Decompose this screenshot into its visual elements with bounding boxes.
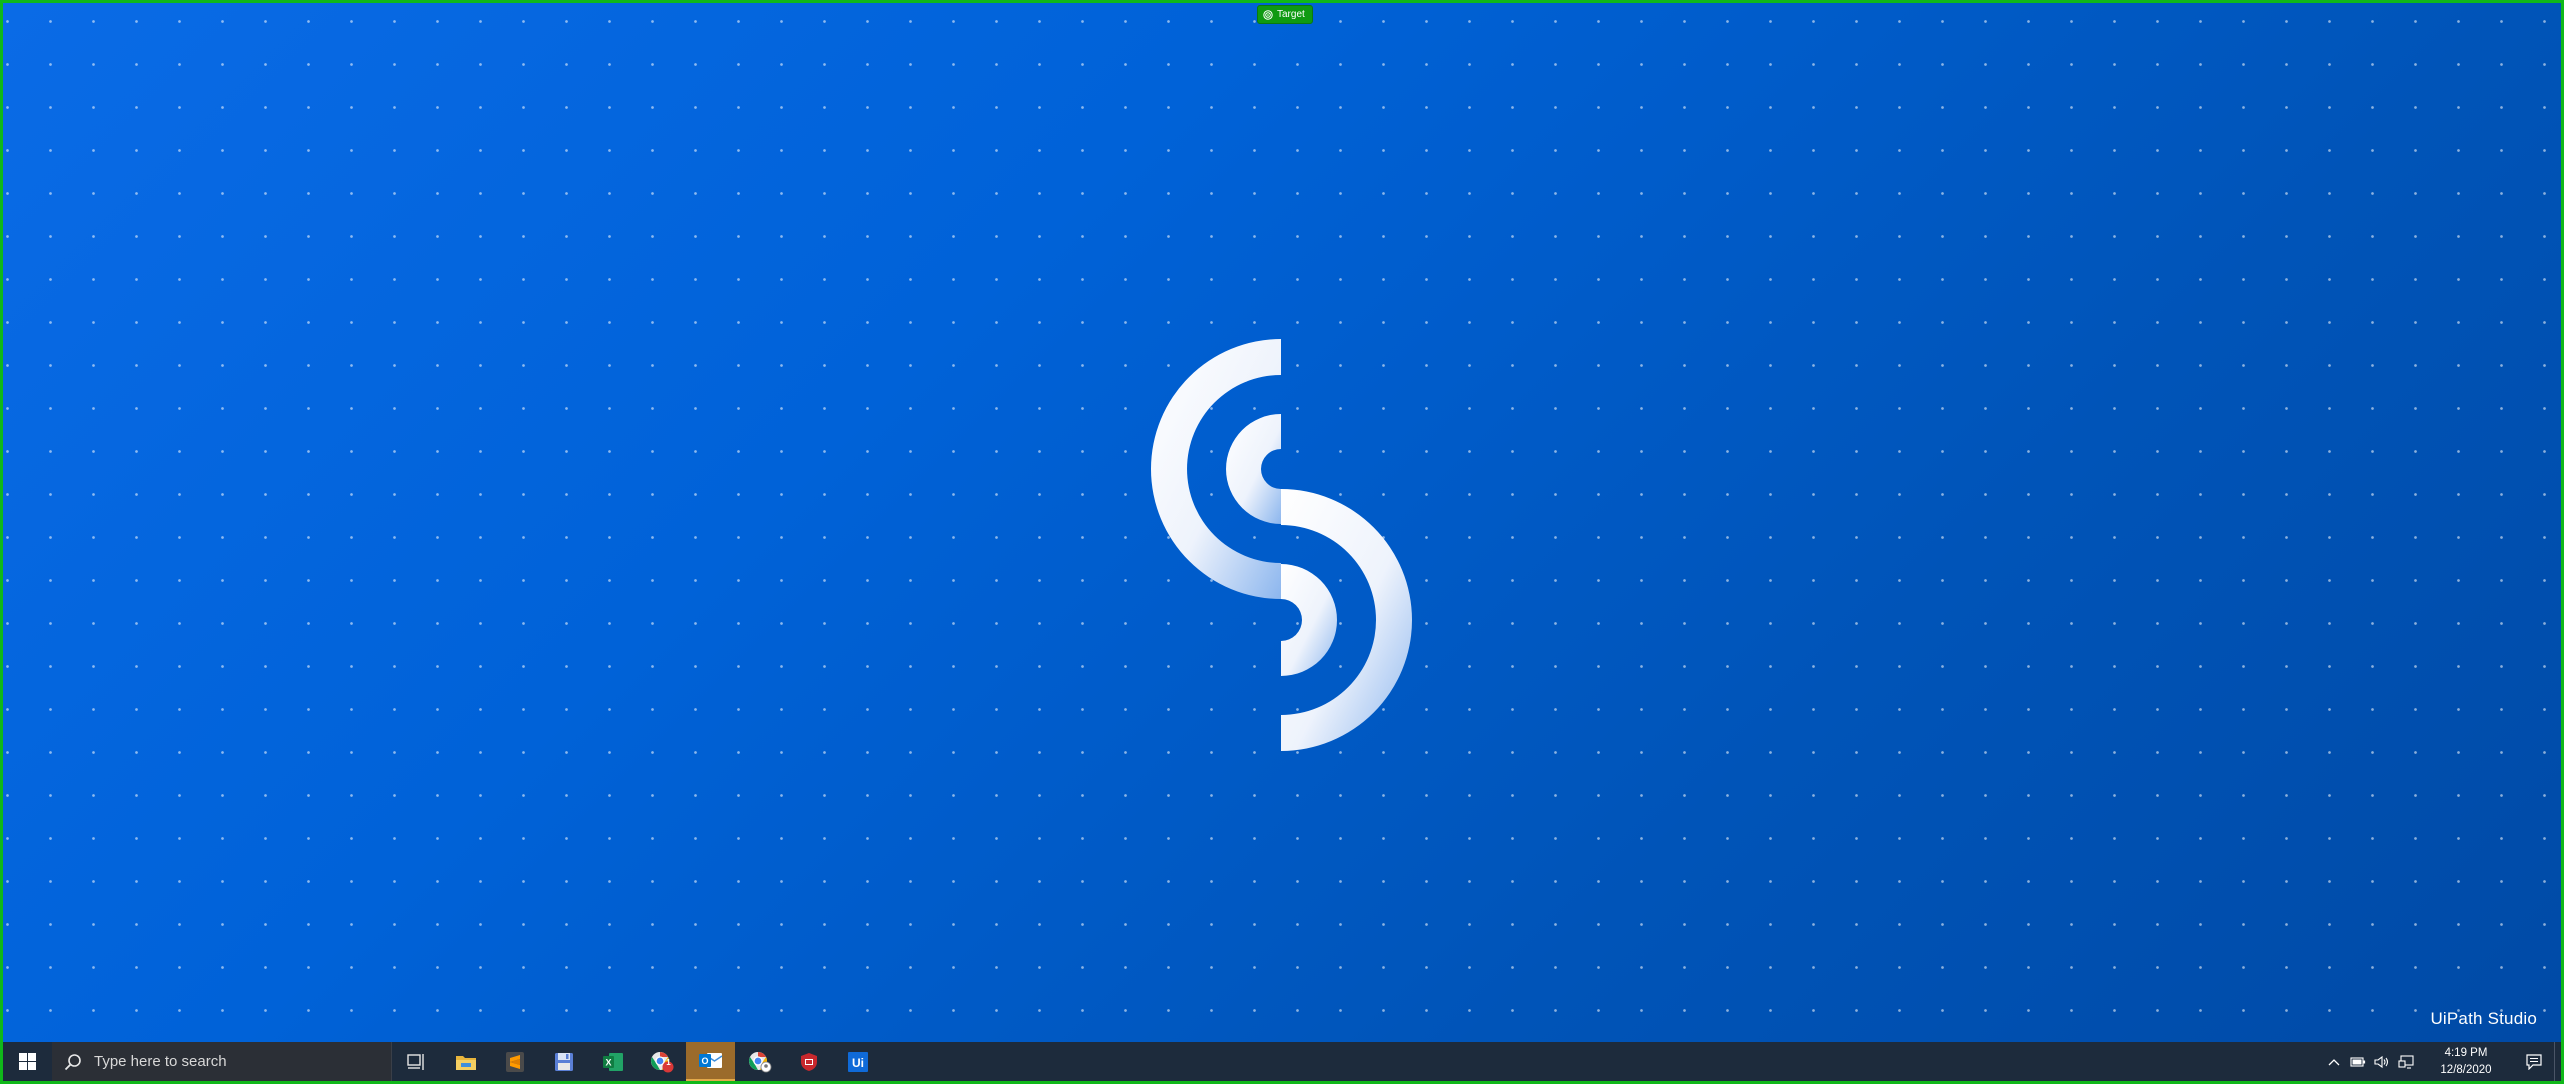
taskbar-uipath[interactable]: Ui <box>833 1042 882 1081</box>
excel-icon: X <box>602 1052 623 1071</box>
taskbar-shield-app[interactable] <box>784 1042 833 1081</box>
taskbar-chrome-profile[interactable]: 1 <box>637 1042 686 1081</box>
chrome-profile-badge: 1 <box>666 1058 671 1067</box>
taskbar-task-view[interactable] <box>392 1042 441 1081</box>
target-label: Target <box>1277 9 1305 20</box>
start-button[interactable] <box>3 1042 52 1081</box>
target-badge[interactable]: Target <box>1257 5 1313 24</box>
chevron-up-icon <box>2328 1058 2340 1065</box>
taskbar-sublime-text[interactable] <box>490 1042 539 1081</box>
taskbar: Type here to search X 1 O Ui 4:19 PM 12/… <box>3 1042 2561 1081</box>
target-icon <box>1263 9 1273 20</box>
desktop[interactable]: UiPath Studio <box>3 3 2561 1042</box>
show-hidden-icons-button[interactable] <box>2322 1042 2346 1081</box>
battery-button[interactable] <box>2346 1042 2370 1081</box>
taskbar-file-explorer[interactable] <box>441 1042 490 1081</box>
taskbar-save-app[interactable] <box>539 1042 588 1081</box>
network-icon <box>2398 1054 2414 1069</box>
action-center-button[interactable] <box>2514 1042 2554 1081</box>
search-placeholder: Type here to search <box>94 1053 227 1070</box>
uipath-letters: Ui <box>852 1056 864 1070</box>
shield-icon <box>800 1052 817 1071</box>
network-button[interactable] <box>2394 1042 2418 1081</box>
search-box[interactable]: Type here to search <box>52 1042 392 1081</box>
notification-icon <box>2526 1053 2542 1070</box>
show-desktop-button[interactable] <box>2554 1042 2561 1081</box>
screen-frame: UiPath Studio Target Type here to search… <box>0 0 2564 1084</box>
floppy-disk-icon <box>554 1052 573 1071</box>
outlook-letter: O <box>701 1056 708 1066</box>
sublime-text-icon <box>505 1051 524 1072</box>
battery-icon <box>2350 1056 2366 1067</box>
uipath-studio-watermark: UiPath Studio <box>2430 1009 2537 1028</box>
uipath-icon: Ui <box>847 1051 868 1072</box>
taskbar-excel[interactable]: X <box>588 1042 637 1081</box>
speaker-icon <box>2374 1055 2389 1068</box>
search-icon <box>64 1053 82 1071</box>
folder-icon <box>455 1055 476 1070</box>
system-tray: 4:19 PM 12/8/2020 <box>2322 1042 2561 1081</box>
taskbar-chrome[interactable] <box>735 1042 784 1081</box>
excel-letter: X <box>605 1057 611 1067</box>
clock[interactable]: 4:19 PM 12/8/2020 <box>2424 1045 2508 1079</box>
clock-date: 12/8/2020 <box>2440 1063 2492 1076</box>
outlook-icon: O <box>698 1052 722 1068</box>
volume-button[interactable] <box>2370 1042 2394 1081</box>
clock-time: 4:19 PM <box>2444 1046 2488 1059</box>
uipath-studio-s-logo <box>1151 339 1412 751</box>
windows-start-icon <box>19 1053 36 1070</box>
chrome-icon <box>748 1051 771 1072</box>
taskbar-outlook[interactable]: O <box>686 1042 735 1081</box>
task-view-icon <box>406 1053 424 1070</box>
